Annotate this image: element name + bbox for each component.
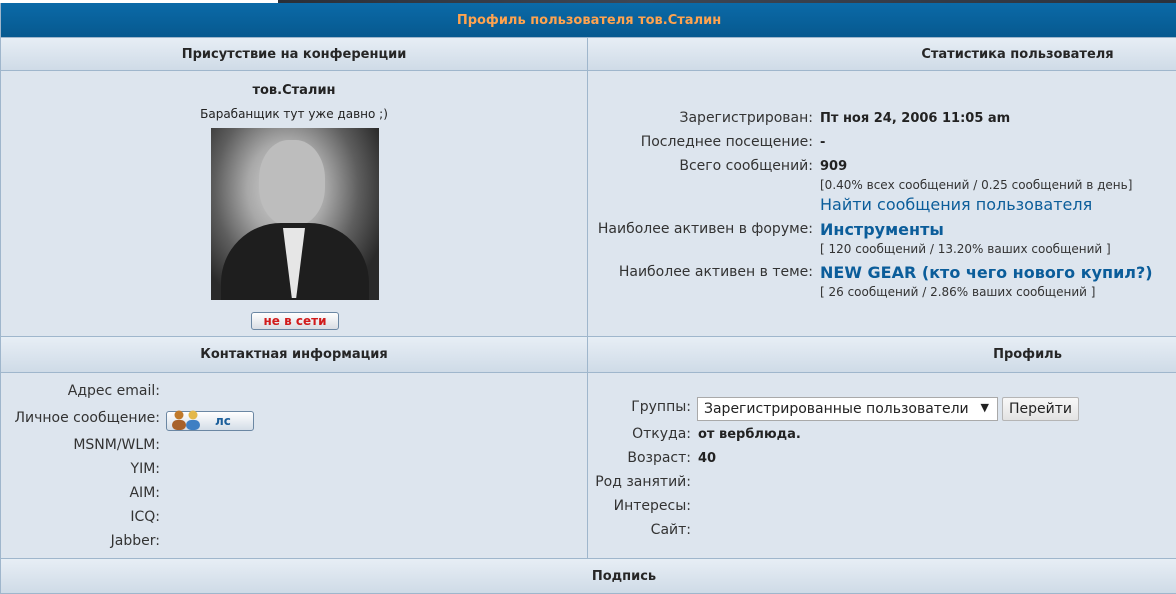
offline-status-button[interactable]: не в сети [251, 312, 339, 330]
username: тов.Сталин [252, 83, 336, 98]
active-forum-label: Наиболее активен в форуме: [597, 221, 813, 237]
column-divider [587, 37, 588, 558]
interests-label: Интересы: [613, 498, 691, 514]
posts-detail: [0.40% всех сообщений / 0.25 сообщений в… [820, 178, 1133, 192]
go-button[interactable]: Перейти [1002, 397, 1079, 421]
aim-label: AIM: [129, 485, 160, 501]
presence-header: Присутствие на конференции [1, 37, 587, 71]
groups-label: Группы: [631, 399, 691, 415]
chevron-down-icon: ▼ [980, 401, 989, 414]
posts-label: Всего сообщений: [679, 158, 813, 174]
site-label: Сайт: [650, 522, 691, 538]
pm-label: Личное сообщение: [14, 410, 160, 426]
last-visit-label: Последнее посещение: [640, 134, 813, 150]
icq-label: ICQ: [130, 509, 160, 525]
groups-select-value: Зарегистрированные пользователи [704, 401, 969, 417]
registered-value: Пт ноя 24, 2006 11:05 am [820, 111, 1011, 126]
last-visit-value: - [820, 135, 826, 150]
user-rank: Барабанщик тут уже давно ;) [200, 107, 388, 121]
signature-header: Подпись [1, 558, 1176, 594]
email-label: Адрес email: [67, 383, 160, 399]
contact-header: Контактная информация [1, 336, 587, 373]
profile-title: Профиль пользователя тов.Сталин [1, 3, 1176, 37]
jabber-label: Jabber: [110, 533, 160, 549]
age-value: 40 [698, 451, 717, 466]
stats-header: Статистика пользователя [588, 37, 1176, 71]
two-people-icon [172, 410, 200, 430]
active-topic-detail: [ 26 сообщений / 2.86% ваших сообщений ] [820, 285, 1096, 299]
active-forum-detail: [ 120 сообщений / 13.20% ваших сообщений… [820, 242, 1111, 256]
active-forum-link[interactable]: Инструменты [820, 220, 944, 239]
posts-value: 909 [820, 159, 848, 174]
pm-button-label: лс [215, 414, 231, 428]
from-label: Откуда: [632, 426, 691, 442]
pm-button[interactable]: лс [166, 410, 254, 431]
groups-select[interactable]: Зарегистрированные пользователи ▼ [697, 397, 998, 421]
active-topic-link[interactable]: NEW GEAR (кто чего нового купил?) [820, 263, 1153, 282]
avatar [211, 128, 379, 300]
msnm-label: MSNM/WLM: [73, 437, 160, 453]
profile-header: Профиль [588, 336, 1176, 373]
profile-table: Профиль пользователя тов.Сталин Присутст… [0, 3, 1176, 594]
avatar-face [259, 140, 325, 226]
active-topic-label: Наиболее активен в теме: [618, 264, 813, 280]
registered-label: Зарегистрирован: [679, 110, 814, 126]
yim-label: YIM: [130, 461, 160, 477]
occupation-label: Род занятий: [595, 474, 691, 490]
find-posts-link[interactable]: Найти сообщения пользователя [820, 195, 1092, 214]
age-label: Возраст: [627, 450, 691, 466]
from-value: от верблюда. [698, 427, 801, 442]
